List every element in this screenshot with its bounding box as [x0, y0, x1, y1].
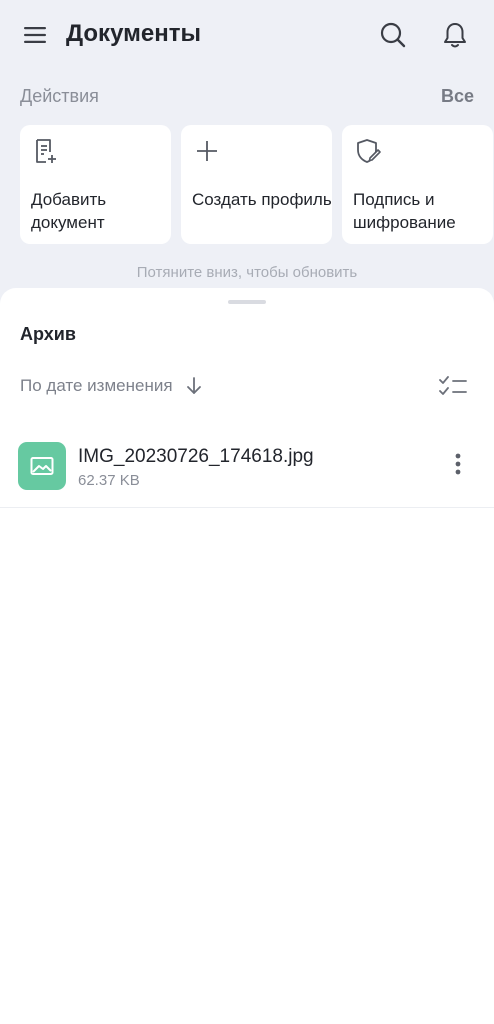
more-vert-icon[interactable] — [448, 448, 468, 480]
shield-pen-icon — [354, 137, 382, 165]
actions-section-title: Действия — [20, 86, 99, 106]
actions-carousel: Добавить документ Создать профиль Подпис… — [20, 125, 493, 244]
action-card-label: Создать профиль — [192, 190, 332, 209]
file-name: IMG_20230726_174618.jpg — [78, 446, 314, 467]
action-card-add-document[interactable]: Добавить документ — [20, 125, 171, 244]
checklist-icon[interactable] — [438, 374, 468, 400]
sheet-drag-handle[interactable] — [228, 300, 266, 304]
action-card-create-profile[interactable]: Создать профиль — [181, 125, 332, 244]
arrow-down-icon — [185, 376, 203, 396]
file-list-item[interactable]: IMG_20230726_174618.jpg 62.37 KB — [0, 434, 494, 508]
search-icon[interactable] — [372, 14, 414, 56]
plus-icon — [193, 137, 221, 165]
sort-label: По дате изменения — [20, 376, 173, 395]
archive-title: Архив — [20, 324, 76, 344]
add-document-icon — [32, 137, 60, 165]
sort-selector[interactable]: По дате изменения — [20, 376, 203, 396]
bell-icon[interactable] — [434, 14, 476, 56]
actions-all-link[interactable]: Все — [441, 86, 474, 107]
action-card-sign-encrypt[interactable]: Подпись и шифрование — [342, 125, 493, 244]
action-card-label: Добавить документ — [31, 190, 107, 232]
image-file-icon — [18, 442, 66, 490]
pull-to-refresh-hint: Потяните вниз, чтобы обновить — [136, 264, 358, 281]
page-title: Документы — [66, 20, 201, 47]
archive-bottom-sheet: Архив По дате изменения IMG_20230726_174… — [0, 288, 494, 1024]
top-app-bar: Документы — [0, 0, 494, 72]
app-root: Документы Действия Все Добавить документ… — [0, 0, 494, 1024]
file-size: 62.37 KB — [78, 472, 140, 489]
hamburger-menu-icon[interactable] — [14, 16, 56, 54]
action-card-label: Подпись и шифрование — [353, 190, 456, 232]
